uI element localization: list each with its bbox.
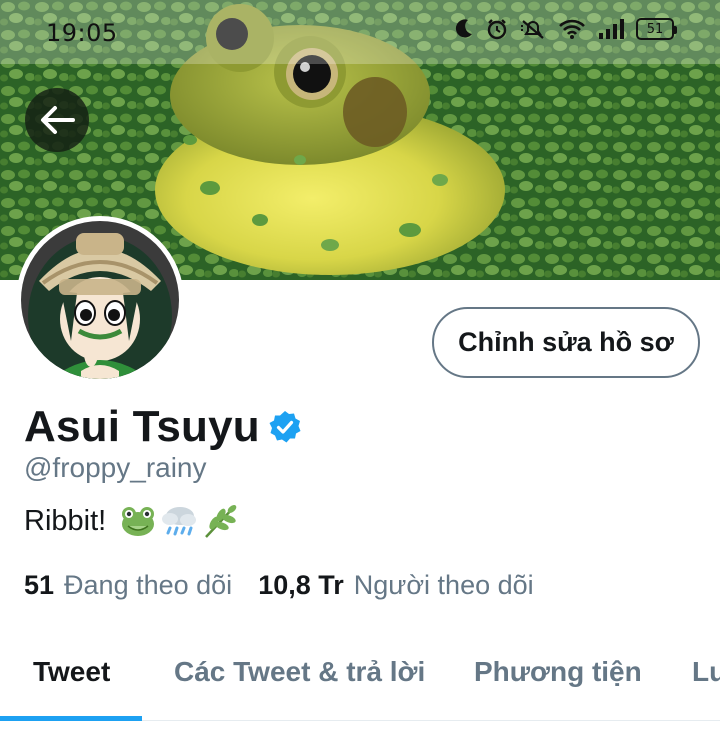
followers-count: 10,8 Tr (258, 570, 344, 600)
tab-media[interactable]: Phương tiện (474, 656, 642, 688)
following-count: 51 (24, 570, 55, 600)
name-row: Asui Tsuyu (24, 402, 302, 452)
following-label: Đang theo dõi (64, 570, 233, 600)
display-name: Asui Tsuyu (24, 402, 260, 451)
silent-icon (521, 20, 544, 39)
follow-stats: 51 Đang theo dõi 10,8 Tr Người theo dõi (24, 570, 534, 601)
back-button[interactable] (25, 88, 89, 152)
verified-badge-icon (269, 411, 301, 443)
herb-emoji (205, 505, 237, 538)
status-bar: 19:05 51 (0, 0, 720, 64)
battery-icon: 51 (636, 18, 677, 40)
wifi-icon (559, 19, 585, 39)
avatar[interactable] (16, 216, 184, 384)
signal-icon (599, 19, 624, 39)
active-tab-indicator (0, 716, 142, 721)
profile-tabs: Tweet Các Tweet & trả lời Phương tiện Lư (0, 640, 720, 731)
tab-tweets[interactable]: Tweet (33, 656, 110, 688)
bio-text: Ribbit! (24, 504, 107, 537)
bio: Ribbit! (24, 503, 240, 539)
battery-level: 51 (646, 21, 664, 37)
followers-label: Người theo dõi (353, 570, 534, 600)
followers-link[interactable]: 10,8 Tr Người theo dõi (258, 570, 533, 601)
back-arrow-icon (41, 106, 75, 134)
status-icons: 51 (454, 18, 677, 40)
status-time: 19:05 (46, 19, 118, 47)
moon-icon (455, 19, 472, 38)
alarm-icon (487, 19, 507, 40)
rain-cloud-emoji (162, 507, 197, 536)
following-link[interactable]: 51 Đang theo dõi (24, 570, 232, 601)
edit-profile-button[interactable]: Chỉnh sửa hồ sơ (432, 307, 700, 378)
tab-likes[interactable]: Lư (692, 656, 720, 688)
avatar-image (21, 221, 179, 379)
frog-emoji (122, 507, 155, 536)
tab-tweets-and-replies[interactable]: Các Tweet & trả lời (174, 656, 425, 688)
handle: @froppy_rainy (24, 452, 207, 483)
